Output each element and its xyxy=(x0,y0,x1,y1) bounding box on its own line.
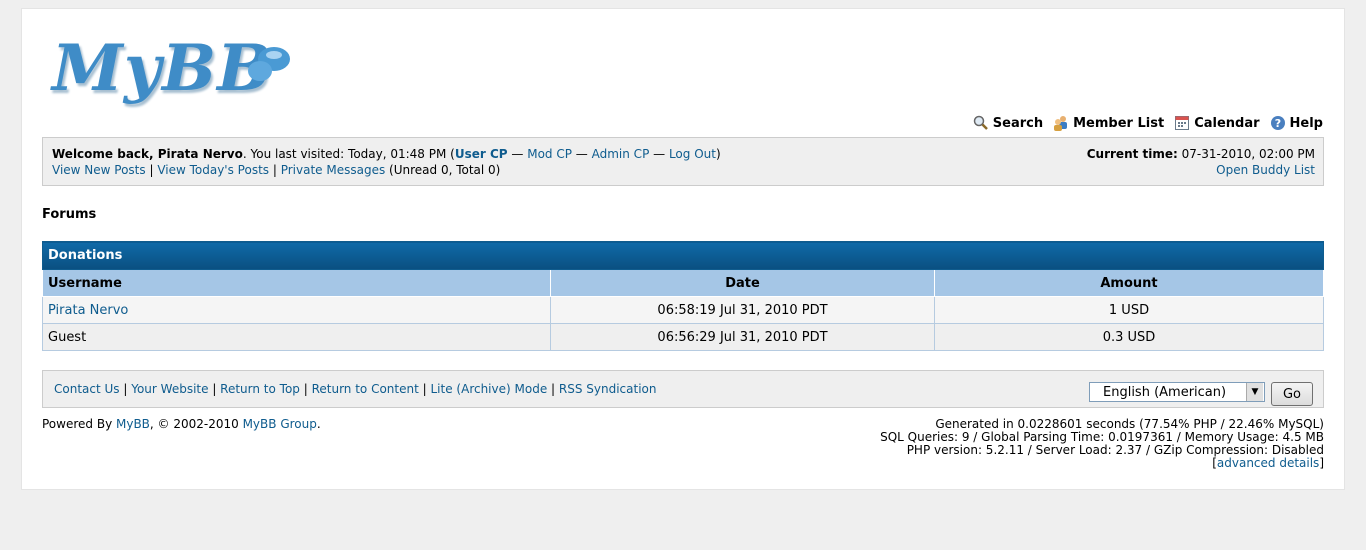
search-icon xyxy=(973,115,988,130)
your-website-link[interactable]: Your Website xyxy=(131,382,208,396)
language-selected-value: English (American) xyxy=(1103,384,1227,400)
donor-username-cell: Guest xyxy=(42,323,551,351)
language-select[interactable]: English (American) ▼ xyxy=(1089,382,1265,402)
view-todays-posts-link[interactable]: View Today's Posts xyxy=(157,163,269,177)
separator: — xyxy=(507,147,528,161)
toplink-calendar[interactable]: Calendar xyxy=(1174,115,1260,131)
contact-us-link[interactable]: Contact Us xyxy=(54,382,120,396)
rss-syndication-link[interactable]: RSS Syndication xyxy=(559,382,657,396)
admin-cp-link[interactable]: Admin CP xyxy=(592,147,650,161)
toplink-calendar-label: Calendar xyxy=(1194,115,1260,131)
calendar-icon xyxy=(1175,116,1190,130)
column-date: Date xyxy=(550,269,935,297)
toplink-search-label: Search xyxy=(992,115,1044,131)
table-row: Guest 06:56:29 Jul 31, 2010 PDT 0.3 USD xyxy=(42,323,1324,351)
pm-counts: (Unread 0, Total 0) xyxy=(385,163,501,177)
top-links: Search Member List Calendar ? Help xyxy=(973,115,1323,131)
panel-left: Welcome back, Pirata Nervo. You last vis… xyxy=(52,146,721,178)
donation-date-cell: 06:58:19 Jul 31, 2010 PDT xyxy=(550,296,935,324)
logout-link[interactable]: Log Out xyxy=(669,147,716,161)
pipe-separator: | xyxy=(269,163,281,177)
user-cp-link[interactable]: User CP xyxy=(455,147,508,161)
toplink-memberlist[interactable]: Member List xyxy=(1053,115,1164,131)
mybb-group-link[interactable]: MyBB Group xyxy=(243,417,317,431)
column-amount: Amount xyxy=(934,269,1324,297)
current-time-label: Current time: xyxy=(1086,147,1178,161)
breadcrumb: Forums xyxy=(42,207,96,222)
powered-by: Powered By MyBB, © 2002-2010 MyBB Group. xyxy=(42,418,321,431)
donation-date-cell: 06:56:29 Jul 31, 2010 PDT xyxy=(550,323,935,351)
welcome-panel: Welcome back, Pirata Nervo. You last vis… xyxy=(42,137,1324,186)
donor-username-link[interactable]: Pirata Nervo xyxy=(48,303,128,318)
table-row: Pirata Nervo 06:58:19 Jul 31, 2010 PDT 1… xyxy=(42,296,1324,324)
welcome-line: Welcome back, Pirata Nervo. You last vis… xyxy=(52,146,721,162)
debug-advanced: [advanced details] xyxy=(880,457,1324,470)
donation-amount-cell: 1 USD xyxy=(934,296,1324,324)
donation-amount-cell: 0.3 USD xyxy=(934,323,1324,351)
donations-table: Donations Username Date Amount Pirata Ne… xyxy=(42,241,1324,351)
column-username: Username xyxy=(42,269,551,297)
page-container: MyBB Search Member List Calendar ? Help … xyxy=(21,8,1345,490)
copyright-text: , © 2002-2010 xyxy=(149,417,243,431)
donor-username-cell: Pirata Nervo xyxy=(42,296,551,324)
advanced-details-link[interactable]: advanced details xyxy=(1217,456,1319,470)
svg-text:?: ? xyxy=(1274,117,1280,130)
private-messages-link[interactable]: Private Messages xyxy=(281,163,386,177)
current-time: Current time: 07-31-2010, 02:00 PM xyxy=(1087,146,1315,162)
footer-links: Contact Us | Your Website | Return to To… xyxy=(54,382,657,396)
pipe-separator: | xyxy=(145,163,158,177)
toplink-help-label: Help xyxy=(1289,115,1323,131)
logo-text: MyBB xyxy=(52,31,273,106)
toplink-memberlist-label: Member List xyxy=(1073,115,1165,131)
logo-bubble-icon xyxy=(248,47,290,81)
breadcrumb-forums: Forums xyxy=(42,207,97,222)
panel-right: Current time: 07-31-2010, 02:00 PM Open … xyxy=(1087,146,1315,178)
footer-bar: Contact Us | Your Website | Return to To… xyxy=(42,370,1324,408)
help-icon: ? xyxy=(1270,116,1285,130)
return-to-top-link[interactable]: Return to Top xyxy=(220,382,300,396)
toplink-help[interactable]: ? Help xyxy=(1270,115,1323,131)
mod-cp-link[interactable]: Mod CP xyxy=(527,147,572,161)
powered-prefix: Powered By xyxy=(42,417,116,431)
close-paren: ) xyxy=(715,147,721,161)
view-new-posts-link[interactable]: View New Posts xyxy=(52,163,146,177)
bracket: ] xyxy=(1319,456,1324,470)
powered-suffix: . xyxy=(316,417,321,431)
open-buddy-list-link[interactable]: Open Buddy List xyxy=(1216,163,1315,177)
separator: — xyxy=(649,147,669,161)
current-time-value: 07-31-2010, 02:00 PM xyxy=(1177,147,1315,161)
language-selector: English (American) ▼ Go xyxy=(1089,382,1313,406)
separator: — xyxy=(571,147,592,161)
mybb-link[interactable]: MyBB xyxy=(116,417,150,431)
lite-archive-mode-link[interactable]: Lite (Archive) Mode xyxy=(431,382,548,396)
chevron-down-icon[interactable]: ▼ xyxy=(1246,383,1263,401)
mybb-logo[interactable]: MyBB xyxy=(52,37,290,101)
quick-links-line: View New Posts | View Today's Posts | Pr… xyxy=(52,162,721,178)
welcome-text: Welcome back, Pirata Nervo xyxy=(52,147,243,161)
return-to-content-link[interactable]: Return to Content xyxy=(312,382,419,396)
table-title: Donations xyxy=(42,241,1324,270)
members-icon xyxy=(1054,116,1068,131)
go-button[interactable]: Go xyxy=(1271,382,1313,406)
table-header-row: Username Date Amount xyxy=(42,269,1324,297)
last-visit-text: . You last visited: Today, 01:48 PM ( xyxy=(242,147,455,161)
debug-info: Generated in 0.0228601 seconds (77.54% P… xyxy=(880,418,1324,470)
toplink-search[interactable]: Search xyxy=(973,115,1043,131)
